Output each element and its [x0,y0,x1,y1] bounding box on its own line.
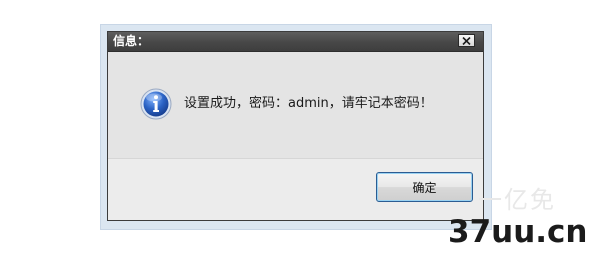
ok-button[interactable]: 确定 [376,172,473,202]
screenshot-stage: 信息： 设置成功，密码：admin，请牢记本密码！ 确定 一亿免 37uu.cn [0,0,600,256]
message-dialog: 信息： 设置成功，密码：admin，请牢记本密码！ 确定 [107,31,484,221]
dialog-titlebar[interactable]: 信息： [108,32,483,52]
dialog-message: 设置成功，密码：admin，请牢记本密码！ [184,96,433,111]
close-icon [462,36,471,45]
dialog-content: 设置成功，密码：admin，请牢记本密码！ [108,52,483,158]
dialog-title: 信息： [113,34,150,48]
close-button[interactable] [458,34,475,47]
dialog-footer: 确定 [108,158,483,220]
info-icon [140,88,172,120]
site-watermark: 37uu.cn [448,214,588,250]
watermark-faint: 一亿免 [478,186,556,214]
